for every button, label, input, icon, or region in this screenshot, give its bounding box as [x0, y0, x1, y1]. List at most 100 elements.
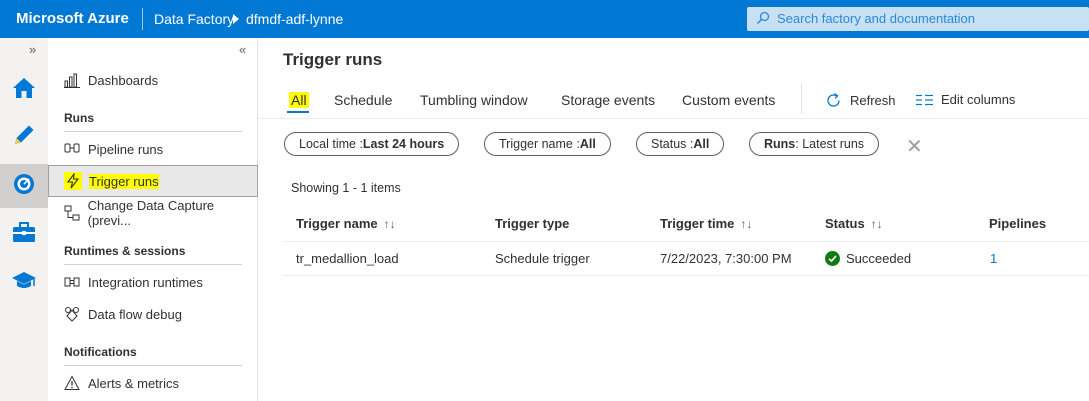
tabs-toolbar-divider [801, 84, 802, 114]
tab-tumbling-window[interactable]: Tumbling window [420, 92, 528, 108]
time-filter-pill[interactable]: Local time : Last 24 hours [284, 132, 460, 156]
edit-columns-button[interactable]: Edit columns [916, 92, 1015, 107]
nav-data-flow-debug[interactable]: Data flow debug [48, 298, 258, 330]
cell-trigger-time: 7/22/2023, 7:30:00 PM [660, 251, 792, 266]
notifications-section-header: Notifications [64, 345, 137, 359]
sort-icon: ↑↓ [870, 216, 883, 231]
nav-alerts-metrics-label: Alerts & metrics [88, 375, 180, 391]
runs-filter-pill[interactable]: Runs : Latest runs [749, 132, 880, 156]
status-filter-pill[interactable]: Status : All [636, 132, 725, 156]
active-tab-indicator [287, 111, 309, 113]
column-header-trigger-time[interactable]: Trigger time ↑↓ [660, 216, 752, 231]
column-header-pipelines-label: Pipelines [989, 216, 1047, 231]
sort-icon: ↑↓ [383, 216, 396, 231]
edit-columns-label: Edit columns [941, 92, 1016, 107]
dashboard-icon [63, 71, 81, 89]
page-title: Trigger runs [283, 50, 383, 69]
runtimes-section-header: Runtimes & sessions [64, 244, 186, 258]
cell-status-label: Succeeded [846, 251, 912, 266]
nav-change-data-capture[interactable]: Change Data Capture (previ... [48, 197, 258, 229]
search-placeholder: Search factory and documentation [777, 11, 976, 26]
success-check-icon [825, 251, 840, 266]
graduation-cap-icon [11, 269, 37, 296]
nav-integration-runtimes-label: Integration runtimes [88, 274, 203, 290]
icon-rail: » [0, 38, 48, 401]
item-count: Showing 1 - 1 items [291, 181, 401, 195]
author-button[interactable] [0, 115, 48, 159]
column-header-pipelines: Pipelines [989, 216, 1046, 231]
trigger-name-filter-value: All [579, 137, 596, 151]
breadcrumb-data-factory[interactable]: Data Factory [154, 11, 234, 27]
runs-filter-label: Runs [764, 137, 796, 151]
refresh-label: Refresh [850, 93, 896, 108]
runs-section-header: Runs [64, 111, 94, 125]
toolbox-icon [11, 220, 37, 249]
nav-integration-runtimes[interactable]: Integration runtimes [48, 266, 258, 298]
status-filter-label: Status : [651, 137, 694, 151]
nav-dashboards[interactable]: Dashboards [48, 64, 258, 96]
cell-trigger-name[interactable]: tr_medallion_load [296, 251, 399, 266]
breadcrumb-factory-name[interactable]: dfmdf-adf-lynne [246, 11, 343, 27]
cell-pipelines-link[interactable]: 1 [990, 251, 997, 266]
nav-alerts-metrics[interactable]: Alerts & metrics [48, 367, 258, 399]
search-icon [756, 11, 770, 30]
breadcrumb-arrow-icon [233, 14, 239, 24]
nav-data-flow-debug-label: Data flow debug [88, 306, 182, 322]
columns-icon [916, 94, 933, 106]
nav-trigger-runs-label: Trigger runs [89, 173, 159, 189]
header-divider [142, 8, 143, 30]
column-header-trigger-type-label: Trigger type [495, 216, 570, 231]
tab-custom-events[interactable]: Custom events [682, 92, 775, 108]
azure-brand-link[interactable]: Microsoft Azure [16, 10, 129, 27]
sort-icon: ↑↓ [740, 216, 753, 231]
pencil-icon [11, 122, 37, 153]
column-header-status-label: Status [825, 216, 865, 231]
cell-status: Succeeded [825, 251, 911, 266]
trigger-name-filter-pill[interactable]: Trigger name : All [484, 132, 611, 156]
monitor-side-nav: « Dashboards Runs Pipeline runs Trigger … [48, 38, 258, 401]
tab-storage-events[interactable]: Storage events [561, 92, 655, 108]
notifications-divider [64, 365, 242, 366]
column-header-trigger-type: Trigger type [495, 216, 569, 231]
column-header-trigger-name-label: Trigger name [296, 216, 378, 231]
pipeline-icon [63, 140, 81, 158]
nav-change-data-capture-label: Change Data Capture (previ... [87, 198, 215, 228]
tab-all[interactable]: All [289, 92, 309, 108]
collapse-nav-button[interactable]: « [239, 42, 246, 57]
runtimes-divider [64, 264, 242, 265]
integration-runtime-icon [63, 273, 81, 291]
trigger-bolt-icon [64, 172, 82, 190]
refresh-icon [825, 92, 842, 109]
table-row-rule [283, 275, 1089, 276]
cell-trigger-type: Schedule trigger [495, 251, 590, 266]
expand-rail-button[interactable]: » [29, 42, 36, 57]
column-header-trigger-name[interactable]: Trigger name ↑↓ [296, 216, 396, 231]
runs-filter-value: : Latest runs [795, 137, 865, 151]
tab-schedule[interactable]: Schedule [334, 92, 392, 108]
nav-trigger-runs[interactable]: Trigger runs [48, 165, 258, 197]
refresh-button[interactable]: Refresh [825, 92, 896, 109]
home-icon [11, 76, 37, 105]
home-button[interactable] [0, 68, 48, 112]
top-bar: Microsoft Azure Data Factory dfmdf-adf-l… [0, 0, 1089, 38]
time-filter-value: Last 24 hours [362, 137, 445, 151]
column-header-trigger-time-label: Trigger time [660, 216, 735, 231]
manage-button[interactable] [0, 212, 48, 256]
header-row-rule [283, 241, 1089, 242]
column-header-status[interactable]: Status ↑↓ [825, 216, 883, 231]
nav-pipeline-runs-label: Pipeline runs [88, 141, 164, 157]
alert-triangle-icon [63, 374, 81, 392]
learning-center-button[interactable] [0, 260, 48, 304]
search-box[interactable]: Search factory and documentation [747, 7, 1089, 31]
time-filter-label: Local time : [299, 137, 363, 151]
status-filter-value: All [693, 137, 710, 151]
main-content: Trigger runs All Schedule Tumbling windo… [259, 38, 1089, 401]
trigger-name-filter-label: Trigger name : [499, 137, 580, 151]
data-flow-debug-icon [63, 305, 81, 323]
clear-filters-icon[interactable]: ✕ [906, 134, 923, 159]
cdc-icon [63, 204, 81, 222]
nav-pipeline-runs[interactable]: Pipeline runs [48, 133, 258, 165]
runs-divider [64, 131, 242, 132]
monitor-button[interactable] [0, 164, 48, 208]
tabs-rule [259, 118, 1089, 119]
